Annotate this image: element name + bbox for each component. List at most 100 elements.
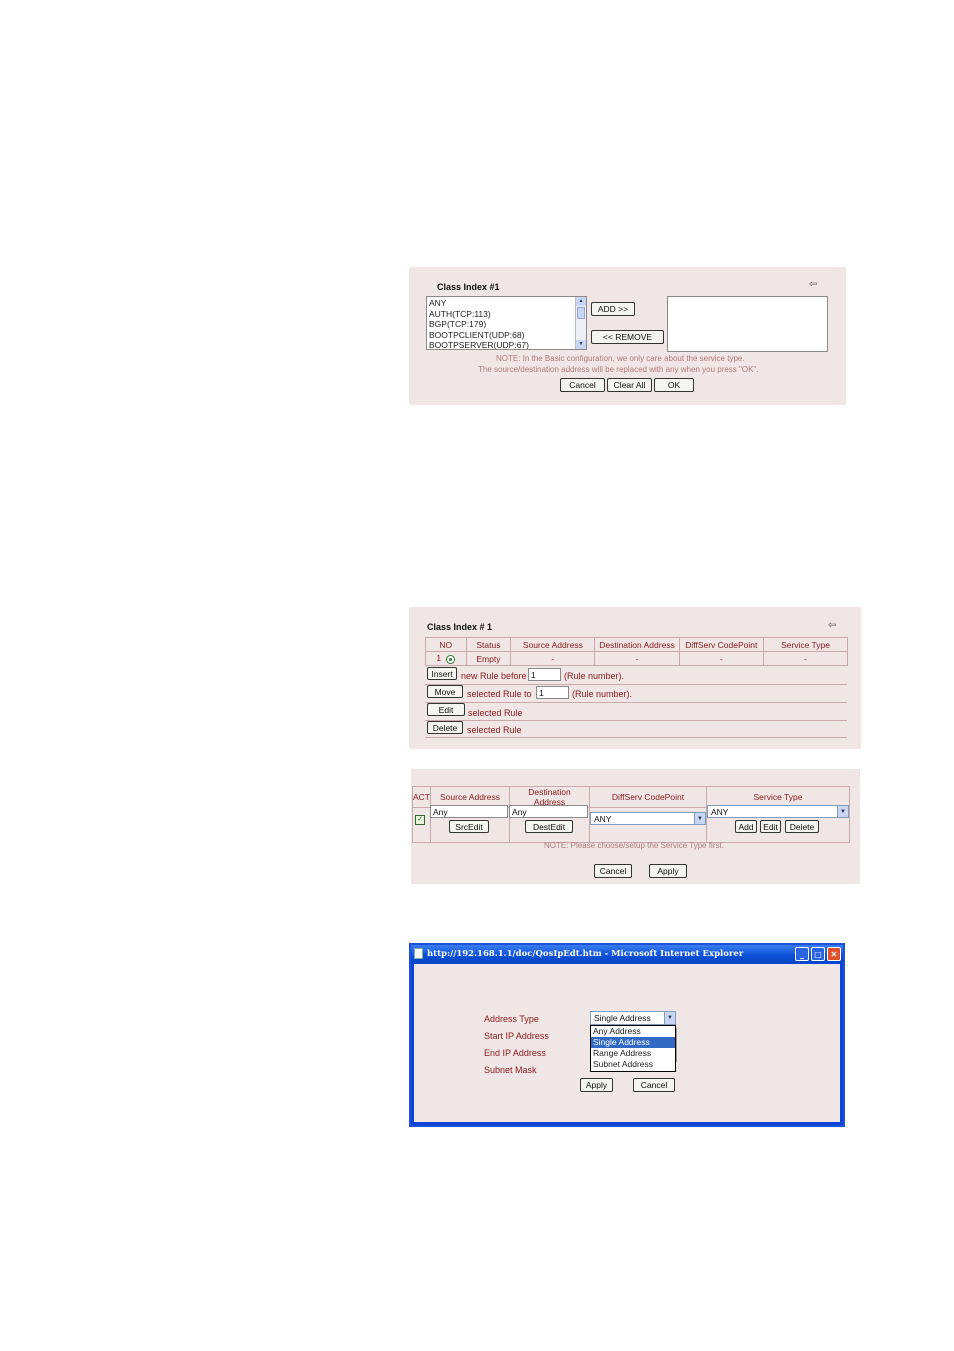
header-destination-address: Destination Address: [594, 637, 680, 652]
dscp-select[interactable]: ANY ▼: [590, 812, 706, 825]
list-item[interactable]: BOOTPSERVER(UDP:67): [429, 340, 584, 349]
dscp-select-value: ANY: [594, 813, 612, 824]
address-type-select[interactable]: Single Address ▼: [590, 1011, 676, 1025]
header-diffserv-codepoint: DiffServ CodePoint: [589, 786, 707, 808]
ie-page-icon: [414, 948, 423, 959]
insert-row: Insert new Rule before (Rule number).: [425, 666, 847, 685]
service-type-listbox[interactable]: ANY AUTH(TCP:113) BGP(TCP:179) BOOTPCLIE…: [426, 296, 587, 350]
add-service-button[interactable]: Add: [735, 820, 757, 833]
dropdown-option-single[interactable]: Single Address: [591, 1037, 675, 1048]
list-item[interactable]: BGP(TCP:179): [429, 319, 584, 330]
edit-service-button[interactable]: Edit: [760, 820, 781, 833]
service-type-select-value: ANY: [711, 806, 729, 817]
header-service-type: Service Type: [762, 637, 849, 652]
act-cell: [412, 807, 431, 843]
move-button[interactable]: Move: [427, 685, 463, 698]
minimize-icon[interactable]: _: [795, 947, 809, 961]
table-header-row: NO Status Source Address Destination Add…: [425, 637, 849, 652]
table-row[interactable]: 1 Empty - - - -: [425, 651, 849, 666]
dropdown-option-subnet[interactable]: Subnet Address: [591, 1059, 675, 1070]
address-type-select-value: Single Address: [594, 1013, 651, 1023]
insert-text: new Rule before: [461, 671, 527, 681]
rule-destination: -: [594, 651, 680, 666]
header-no: NO: [425, 637, 467, 652]
apply-button[interactable]: Apply: [649, 864, 687, 878]
rule-no: 1: [436, 653, 442, 664]
service-type-select[interactable]: ANY ▼: [707, 805, 849, 818]
scroll-thumb[interactable]: [577, 307, 585, 319]
window-content: Address Type Start IP Address End IP Add…: [414, 964, 840, 1122]
edit-row: Edit selected Rule: [425, 702, 847, 721]
list-item[interactable]: BOOTPCLIENT(UDP:68): [429, 330, 584, 341]
dropdown-option-range[interactable]: Range Address: [591, 1048, 675, 1059]
chevron-down-icon[interactable]: ▼: [664, 1012, 675, 1024]
apply-button[interactable]: Apply: [580, 1078, 613, 1092]
rule-number-text: (Rule number).: [564, 671, 625, 681]
maximize-icon[interactable]: □: [811, 947, 825, 961]
class-index-panel-basic: Class Index #1 ⇦ ANY AUTH(TCP:113) BGP(T…: [409, 267, 846, 405]
ok-button[interactable]: OK: [654, 378, 694, 392]
note-text: NOTE: Please choose/setup the Service Ty…: [544, 841, 724, 850]
address-type-label: Address Type: [484, 1014, 539, 1024]
selected-services-listbox[interactable]: [667, 296, 828, 352]
delete-service-button[interactable]: Delete: [785, 820, 819, 833]
act-checkbox[interactable]: ✓: [415, 815, 425, 825]
cancel-button[interactable]: Cancel: [594, 864, 632, 878]
note-line-1: NOTE: In the Basic configuration, we onl…: [496, 354, 745, 363]
source-address-input[interactable]: [430, 805, 508, 818]
scroll-down-icon[interactable]: ▼: [576, 340, 586, 349]
scroll-up-icon[interactable]: ▲: [576, 297, 586, 306]
edit-button[interactable]: Edit: [427, 703, 465, 716]
cancel-button[interactable]: Cancel: [560, 378, 605, 392]
rule-select-radio[interactable]: [446, 654, 456, 664]
rule-edit-panel: ACT Source Address Destination Address D…: [411, 769, 860, 884]
add-button[interactable]: ADD >>: [591, 302, 635, 316]
insert-rule-number-input[interactable]: [528, 668, 561, 681]
rule-status: Empty: [465, 651, 512, 666]
start-ip-label: Start IP Address: [484, 1031, 549, 1041]
back-arrow-icon[interactable]: ⇦: [828, 620, 836, 631]
rule-dscp: -: [678, 651, 764, 666]
chevron-down-icon[interactable]: ▼: [694, 813, 705, 824]
close-icon[interactable]: ✕: [827, 947, 841, 961]
list-item[interactable]: ANY: [429, 298, 584, 309]
edit-text: selected Rule: [468, 708, 523, 718]
dest-edit-button[interactable]: DestEdit: [525, 820, 573, 833]
window-title: http://192.168.1.1/doc/QosIpEdt.htm - Mi…: [427, 949, 744, 959]
subnet-mask-label: Subnet Mask: [484, 1065, 537, 1075]
address-type-dropdown-list[interactable]: Any Address Single Address Range Address…: [590, 1025, 676, 1072]
header-status: Status: [465, 637, 512, 652]
header-act: ACT: [412, 786, 431, 808]
rule-service: -: [762, 651, 849, 666]
header-diffserv-codepoint: DiffServ CodePoint: [678, 637, 764, 652]
rule-no-cell[interactable]: 1: [425, 651, 467, 666]
insert-button[interactable]: Insert: [427, 667, 457, 680]
ie-popup-window: http://192.168.1.1/doc/QosIpEdt.htm - Mi…: [409, 943, 845, 1127]
panel-title: Class Index #1: [437, 282, 500, 292]
back-arrow-icon[interactable]: ⇦: [809, 279, 817, 290]
chevron-down-icon[interactable]: ▼: [837, 806, 848, 817]
list-item[interactable]: AUTH(TCP:113): [429, 309, 584, 320]
end-ip-label: End IP Address: [484, 1048, 546, 1058]
delete-row: Delete selected Rule: [425, 720, 847, 738]
listbox-scrollbar[interactable]: ▲ ▼: [575, 297, 586, 349]
rule-source: -: [510, 651, 596, 666]
rule-number-text: (Rule number).: [572, 689, 633, 699]
header-source-address: Source Address: [510, 637, 596, 652]
delete-button[interactable]: Delete: [427, 721, 463, 734]
move-rule-number-input[interactable]: [536, 686, 569, 699]
panel-title: Class Index # 1: [427, 622, 493, 632]
src-edit-button[interactable]: SrcEdit: [449, 820, 489, 833]
window-titlebar[interactable]: http://192.168.1.1/doc/QosIpEdt.htm - Mi…: [411, 945, 843, 963]
rules-table: NO Status Source Address Destination Add…: [425, 637, 849, 666]
remove-button[interactable]: << REMOVE: [591, 330, 664, 344]
dropdown-option-any[interactable]: Any Address: [591, 1026, 675, 1037]
note-line-2: The source/destination address will be r…: [478, 365, 759, 374]
move-text: selected Rule to: [467, 689, 532, 699]
class-index-panel-rules: Class Index # 1 ⇦ NO Status Source Addre…: [409, 607, 861, 749]
clear-all-button[interactable]: Clear All: [607, 378, 652, 392]
delete-text: selected Rule: [467, 725, 522, 735]
cancel-button[interactable]: Cancel: [633, 1078, 675, 1092]
move-row: Move selected Rule to (Rule number).: [425, 684, 847, 703]
destination-address-input[interactable]: [509, 805, 588, 818]
